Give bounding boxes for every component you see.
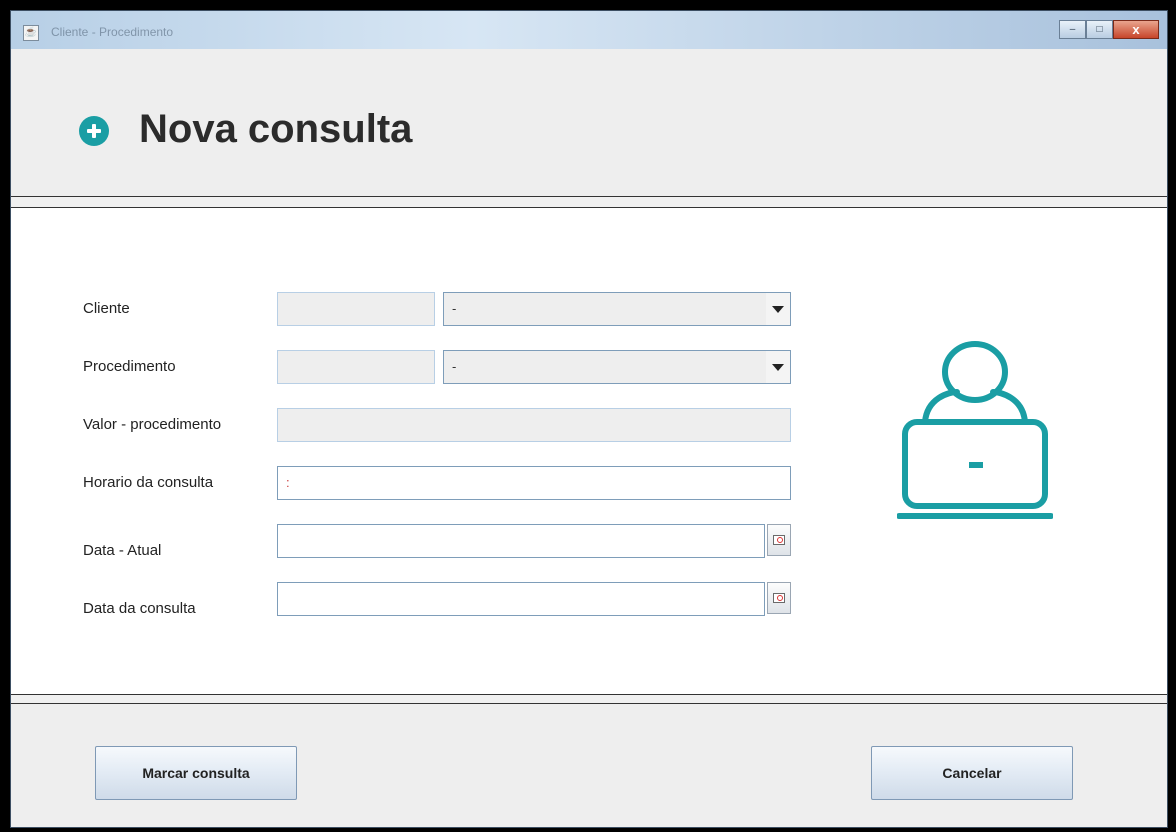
valor-label: Valor - procedimento xyxy=(83,416,222,433)
close-button[interactable]: x xyxy=(1113,20,1159,39)
client-area: Nova consulta Cliente - Procedimento - V… xyxy=(11,49,1167,827)
horario-label: Horario da consulta xyxy=(83,474,214,491)
app-window: ☕ Cliente - Procedimento – □ x Nova cons… xyxy=(10,10,1168,828)
java-icon: ☕ xyxy=(23,25,39,41)
window-controls: – □ x xyxy=(1059,20,1159,39)
chevron-down-icon[interactable] xyxy=(766,351,790,383)
title-bar[interactable]: ☕ Cliente - Procedimento – □ x xyxy=(11,11,1167,49)
procedimento-combobox[interactable]: - xyxy=(443,350,791,384)
maximize-button[interactable]: □ xyxy=(1086,20,1113,39)
cliente-label: Cliente xyxy=(83,300,130,317)
cliente-combobox[interactable]: - xyxy=(443,292,791,326)
procedimento-label: Procedimento xyxy=(83,358,176,375)
minimize-button[interactable]: – xyxy=(1059,20,1086,39)
plus-circle-icon xyxy=(79,116,109,146)
user-computer-icon xyxy=(897,341,1053,519)
valor-field xyxy=(277,408,791,442)
horario-input[interactable]: : xyxy=(277,466,791,500)
actions-panel: Marcar consulta Cancelar xyxy=(11,703,1167,827)
form-panel: Cliente - Procedimento - Valor - procedi… xyxy=(11,207,1167,695)
page-title: Nova consulta xyxy=(139,107,413,151)
calendar-button[interactable] xyxy=(767,524,791,556)
window-title: Cliente - Procedimento xyxy=(51,25,174,39)
marcar-consulta-button[interactable]: Marcar consulta xyxy=(95,746,297,800)
procedimento-combo-value: - xyxy=(452,359,457,374)
data-atual-input[interactable] xyxy=(277,524,765,558)
data-atual-label: Data - Atual xyxy=(83,542,162,559)
chevron-down-icon[interactable] xyxy=(766,293,790,325)
cancel-button[interactable]: Cancelar xyxy=(871,746,1073,800)
data-consulta-label: Data da consulta xyxy=(83,600,196,617)
calendar-button[interactable] xyxy=(767,582,791,614)
data-consulta-input[interactable] xyxy=(277,582,765,616)
cliente-id-field xyxy=(277,292,435,326)
header-panel: Nova consulta xyxy=(11,49,1167,197)
calendar-icon xyxy=(773,593,785,603)
calendar-icon xyxy=(773,535,785,545)
procedimento-id-field xyxy=(277,350,435,384)
cliente-combo-value: - xyxy=(452,301,457,316)
